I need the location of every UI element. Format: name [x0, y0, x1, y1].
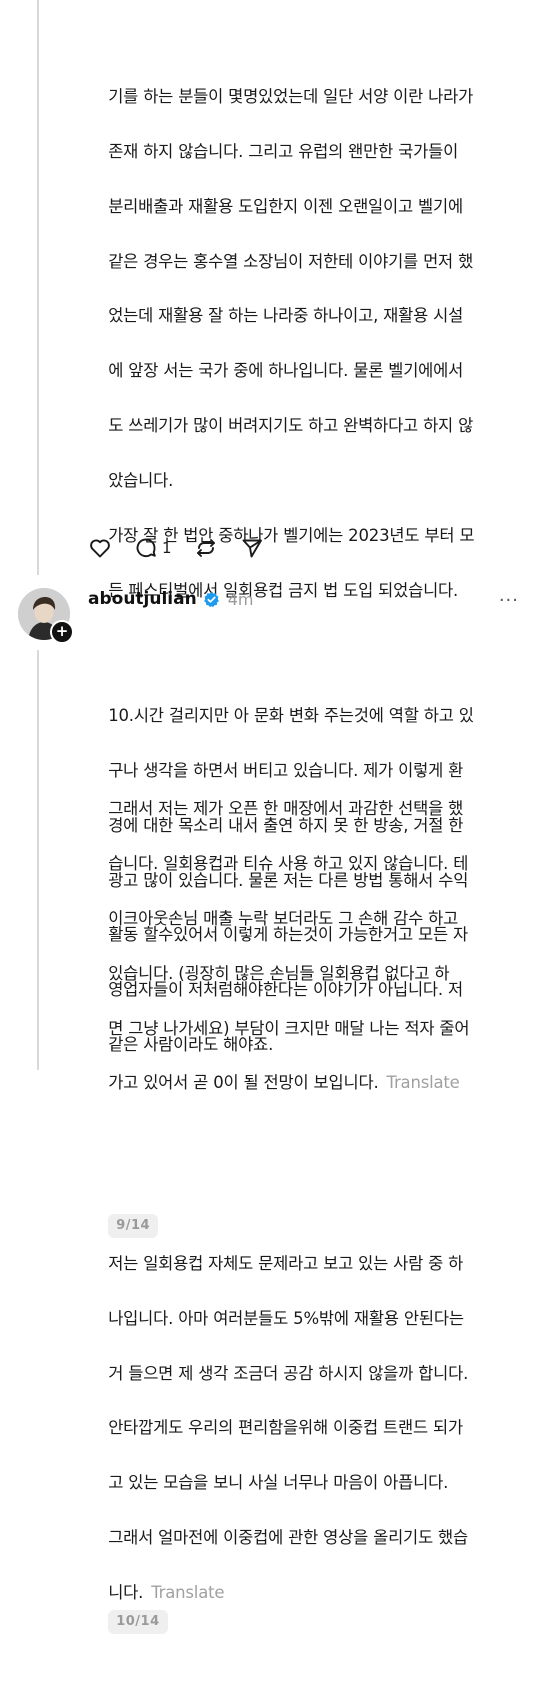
more-options-icon[interactable]: ··· — [499, 590, 519, 611]
thread-line — [37, 650, 39, 1070]
text-line: 같은 경우는 홍수열 소장님이 저한테 이야기를 먼저 했 — [108, 251, 474, 271]
text-line: 안타깝게도 우리의 편리함을위해 이중컵 트랜드 되가 — [108, 1418, 463, 1438]
text-line: 거 들으면 제 생각 조금더 공감 하시지 않을까 합니다. — [108, 1363, 469, 1383]
post-time: 4m — [227, 589, 254, 609]
text-line: 존재 하지 않습니다. 그리고 유럽의 왠만한 국가들이 — [108, 142, 459, 162]
text-line: 그래서 얼마전에 이중컵에 관한 영상을 올리기도 했습 — [108, 1528, 469, 1547]
text-line: 에 앞장 서는 국가 중에 하나입니다. 물론 벨기에에서 — [108, 361, 464, 381]
reply-button[interactable]: 1 — [134, 536, 172, 560]
post-header: aboutjulian 4m — [88, 585, 253, 613]
text-line: 기를 하는 분들이 몇명있었는데 일단 서양 이란 나라가 — [108, 87, 474, 107]
text-line: 영업자들이 저처럼해야한다는 이야기가 아닙니다. 저 — [108, 980, 463, 1000]
text-line: 나입니다. 아마 여러분들도 5%밖에 재활용 안된다는 — [108, 1308, 464, 1328]
verified-badge-icon — [203, 591, 219, 607]
text-line: 같은 사람이라도 해야죠. — [108, 1035, 274, 1055]
repost-icon — [196, 539, 215, 557]
text-line: 었는데 재활용 잘 하는 나라중 하나이고, 재활용 시설 — [108, 306, 464, 326]
share-button[interactable] — [240, 536, 264, 560]
text-line: 도 쓰레기가 많이 버려지기도 하고 완벽하다고 하지 않 — [108, 416, 474, 436]
post-body: 10.시간 걸리지만 아 문화 변화 주는것에 역할 하고 있 구나 생각을 하… — [88, 620, 528, 1689]
username[interactable]: aboutjulian — [88, 589, 197, 609]
page-counter-badge: 10/14 — [108, 1610, 168, 1635]
comment-icon — [136, 538, 156, 558]
text-line: 고 있는 모습을 보니 사실 너무나 마음이 아픕니다. — [108, 1473, 449, 1493]
like-button[interactable] — [88, 536, 112, 560]
heart-icon — [90, 539, 110, 558]
text-line: 저는 일회용컵 자체도 문제라고 보고 있는 사람 중 하 — [108, 1253, 464, 1273]
text-line: 니다. — [108, 1582, 144, 1602]
text-line: 활동 할수있어서 이렇게 하는것이 가능한거고 모든 자 — [108, 925, 469, 945]
text-line: 았습니다. — [108, 470, 174, 490]
send-icon — [242, 539, 262, 558]
text-line: 10.시간 걸리지만 아 문화 변화 주는것에 역할 하고 있 — [108, 706, 474, 726]
translate-link[interactable]: Translate — [151, 1583, 224, 1602]
text-line: 광고 많이 있습니다. 물론 저는 다른 방법 통해서 수익 — [108, 870, 469, 890]
thread-line — [37, 0, 39, 575]
follow-plus-icon[interactable]: + — [50, 620, 74, 644]
text-line: 구나 생각을 하면서 버티고 있습니다. 제가 이렇게 환 — [108, 761, 464, 781]
reply-count: 1 — [162, 539, 172, 557]
repost-button[interactable] — [194, 536, 218, 560]
text-line: 분리배출과 재활용 도입한지 이젠 오랜일이고 벨기에 — [108, 196, 463, 216]
post-actions: 1 — [88, 534, 286, 562]
text-line: 경에 대한 목소리 내서 출연 하지 못 한 방송, 거절 한 — [108, 815, 464, 835]
